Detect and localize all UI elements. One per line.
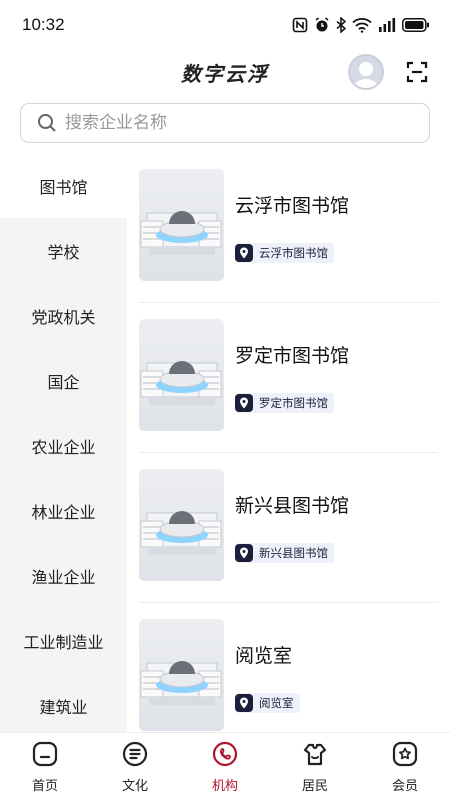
location-pin-icon: [235, 394, 253, 412]
list-item[interactable]: 云浮市图书馆 云浮市图书馆: [139, 153, 438, 303]
institution-icon: [212, 741, 238, 767]
sidebar-item-library[interactable]: 图书馆: [0, 153, 127, 218]
building-thumbnail: [139, 469, 224, 581]
tag-label: 阅览室: [259, 696, 294, 710]
scan-button[interactable]: [405, 60, 429, 84]
status-bar: 10:32: [0, 0, 450, 50]
sidebar-item-label: 林业企业: [31, 502, 96, 522]
organization-tag: 新兴县图书馆: [235, 543, 334, 563]
sidebar-item-state-enterprise[interactable]: 国企: [0, 348, 127, 413]
building-thumbnail: [139, 169, 224, 281]
sidebar-item-label: 国企: [47, 372, 80, 392]
location-pin-icon: [235, 244, 253, 262]
tag-label: 新兴县图书馆: [259, 546, 328, 560]
tab-label: 文化: [121, 779, 148, 794]
location-pin-icon: [235, 694, 253, 712]
status-time: 10:32: [22, 15, 65, 34]
tab-label: 居民: [301, 779, 328, 794]
sidebar-item-forestry[interactable]: 林业企业: [0, 478, 127, 543]
sidebar-item-label: 学校: [47, 242, 80, 262]
bottom-nav: 首页 文化 机构 居民 会员: [0, 732, 450, 800]
wifi-icon: [352, 18, 372, 33]
sidebar-item-school[interactable]: 学校: [0, 218, 127, 283]
category-sidebar: 图书馆 学校 党政机关 国企 农业企业 林业企业 渔业企业 工业制造业 建筑业: [0, 153, 127, 732]
tab-member[interactable]: 会员: [360, 733, 450, 800]
signal-icon: [379, 18, 396, 32]
tab-label: 机构: [211, 779, 238, 794]
organization-name: 新兴县图书馆: [235, 495, 350, 517]
location-pin-icon: [235, 544, 253, 562]
organization-tag: 阅览室: [235, 693, 300, 713]
tag-label: 罗定市图书馆: [259, 396, 328, 410]
sidebar-item-agriculture[interactable]: 农业企业: [0, 413, 127, 478]
search-input[interactable]: [65, 113, 395, 133]
building-thumbnail: [139, 619, 224, 731]
scan-icon: [406, 61, 428, 83]
alarm-icon: [315, 17, 329, 32]
sidebar-item-label: 图书馆: [39, 177, 88, 197]
bluetooth-icon: [336, 17, 346, 33]
tag-label: 云浮市图书馆: [259, 246, 328, 260]
battery-icon: [402, 18, 429, 32]
search-icon: [38, 114, 56, 132]
avatar[interactable]: [348, 54, 384, 90]
nfc-icon: [292, 17, 308, 33]
tab-culture[interactable]: 文化: [90, 733, 180, 800]
tab-institution[interactable]: 机构: [180, 733, 270, 800]
organization-tag: 罗定市图书馆: [235, 393, 334, 413]
sidebar-item-label: 渔业企业: [31, 567, 96, 587]
organization-name: 阅览室: [235, 645, 293, 667]
sidebar-item-manufacturing[interactable]: 工业制造业: [0, 608, 127, 673]
organization-tag: 云浮市图书馆: [235, 243, 334, 263]
building-thumbnail: [139, 319, 224, 431]
sidebar-item-construction[interactable]: 建筑业: [0, 673, 127, 732]
status-icons: [292, 17, 430, 33]
culture-icon: [122, 741, 148, 767]
list-item[interactable]: 新兴县图书馆 新兴县图书馆: [139, 453, 438, 603]
tab-resident[interactable]: 居民: [270, 733, 360, 800]
sidebar-item-government[interactable]: 党政机关: [0, 283, 127, 348]
tab-home[interactable]: 首页: [0, 733, 90, 800]
organization-name: 罗定市图书馆: [235, 345, 350, 367]
sidebar-item-label: 建筑业: [39, 697, 88, 717]
sidebar-item-label: 党政机关: [31, 307, 96, 327]
header: 数字云浮: [0, 50, 450, 96]
search-bar[interactable]: [20, 103, 430, 143]
sidebar-item-label: 工业制造业: [23, 632, 104, 652]
member-icon: [392, 741, 418, 767]
tab-label: 会员: [391, 779, 418, 794]
resident-icon: [303, 743, 327, 766]
list-item[interactable]: 阅览室 阅览室: [139, 603, 438, 732]
sidebar-item-label: 农业企业: [31, 437, 96, 457]
organization-name: 云浮市图书馆: [235, 195, 350, 217]
list-item[interactable]: 罗定市图书馆 罗定市图书馆: [139, 303, 438, 453]
organization-list: 云浮市图书馆 云浮市图书馆 罗定市图书馆 罗定市图书馆 新兴县图书馆 新兴县图书…: [127, 153, 450, 732]
home-icon: [32, 741, 58, 767]
sidebar-item-fishery[interactable]: 渔业企业: [0, 543, 127, 608]
tab-label: 首页: [31, 779, 58, 794]
